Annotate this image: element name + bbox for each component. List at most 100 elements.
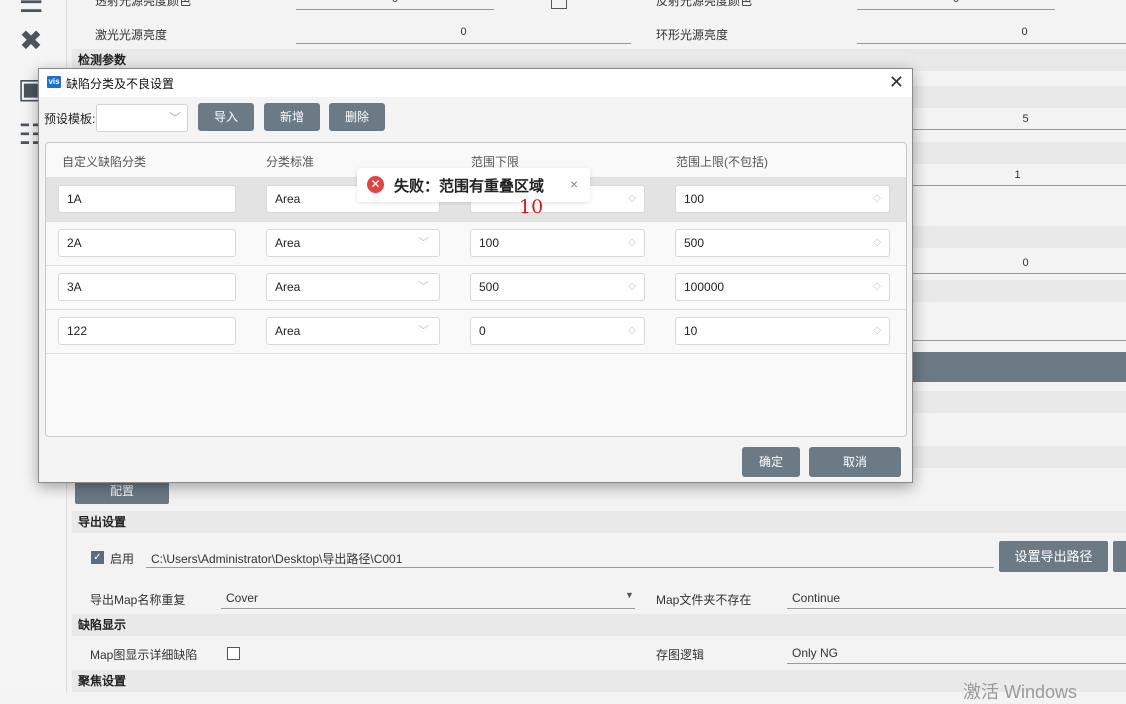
- tools-icon[interactable]: ✖: [14, 24, 48, 58]
- export-map-dup-select[interactable]: Cover: [226, 591, 258, 605]
- upper-bound-input[interactable]: 10 ◇: [675, 317, 890, 345]
- reflect-light-underline: [857, 9, 1055, 10]
- chevron-down-icon: ﹀: [168, 111, 181, 125]
- bg-value-0[interactable]: 0: [913, 257, 1126, 269]
- lower-bound-input[interactable]: 100 ◇: [470, 229, 645, 257]
- dialog-title-bar[interactable]: vis 缺陷分类及不良设置 ✕: [39, 69, 912, 97]
- list-icon[interactable]: ☰: [14, 0, 48, 20]
- defect-name-input[interactable]: 2A: [58, 229, 236, 257]
- map-dup-underline: [221, 608, 635, 609]
- upper-bound-value: 500: [684, 236, 705, 250]
- import-button[interactable]: 导入: [198, 103, 254, 131]
- laser-brightness-value[interactable]: 0: [296, 26, 631, 38]
- add-button[interactable]: 新增: [264, 103, 320, 131]
- spinner-icon[interactable]: ◇: [873, 230, 881, 256]
- chevron-down-icon: ﹀: [418, 237, 429, 249]
- chevron-down-icon: ﹀: [418, 281, 429, 293]
- section-export-settings: 导出设置: [72, 511, 1126, 533]
- bg-section-bar: [911, 280, 1126, 302]
- overlay-number: 10: [519, 196, 544, 218]
- spinner-icon[interactable]: ◇: [873, 274, 881, 300]
- windows-activation-watermark: 激活 Windows: [963, 682, 1078, 702]
- bg-value-1[interactable]: 1: [905, 169, 1126, 181]
- export-path-field[interactable]: C:\Users\Administrator\Desktop\导出路径\C001: [151, 550, 402, 567]
- defect-name-input[interactable]: 122: [58, 317, 236, 345]
- chevron-down-icon: ﹀: [418, 325, 429, 337]
- bg-section-bar: [911, 86, 1126, 108]
- defect-name-input[interactable]: 1A: [58, 185, 236, 213]
- transmit-light-underline: [296, 9, 494, 10]
- bg-section-bar: [911, 226, 1126, 248]
- standard-value: Area: [275, 236, 301, 250]
- export-map-dup-label: 导出Map名称重复: [90, 593, 186, 607]
- standard-select[interactable]: Area ﹀: [266, 317, 440, 345]
- lower-bound-value: 500: [479, 280, 500, 294]
- standard-value: Area: [275, 324, 301, 338]
- bg-underline: [913, 273, 1126, 274]
- map-folder-missing-select[interactable]: Continue: [792, 591, 840, 605]
- error-icon: ✕: [367, 176, 384, 193]
- upper-bound-input[interactable]: 500 ◇: [675, 229, 890, 257]
- delete-button[interactable]: 删除: [329, 103, 385, 131]
- bg-underline: [913, 340, 1126, 341]
- export-enable-checkbox[interactable]: ✓: [91, 551, 104, 564]
- lower-bound-value: 0: [479, 324, 486, 338]
- save-logic-underline: [787, 663, 1126, 664]
- bg-dark-bar: [911, 352, 1126, 382]
- upper-bound-input[interactable]: 100 ◇: [675, 185, 890, 213]
- table-divider: [46, 353, 906, 355]
- set-export-path-button[interactable]: 设置导出路径: [999, 541, 1108, 572]
- toast-message: 失败：范围有重叠区域: [394, 178, 545, 195]
- section-defect-display: 缺陷显示: [72, 614, 1126, 636]
- table-row[interactable]: 3A Area ﹀ 500 ◇ 100000 ◇: [46, 265, 906, 310]
- save-logic-select[interactable]: Only NG: [792, 646, 838, 660]
- extra-button[interactable]: [1113, 541, 1126, 572]
- dropdown-arrow-icon[interactable]: ▼: [625, 590, 634, 600]
- ring-brightness-value[interactable]: 0: [857, 26, 1126, 38]
- app-logo-icon: vis: [47, 76, 61, 88]
- reflect-light-value[interactable]: 0: [857, 0, 1055, 5]
- column-header: 范围上限(不包括): [676, 155, 768, 169]
- upper-bound-value: 100: [684, 192, 705, 206]
- lower-bound-input[interactable]: 0 ◇: [470, 317, 645, 345]
- transmit-light-value[interactable]: 0: [296, 0, 494, 5]
- export-enable-label: 启用: [110, 552, 135, 566]
- lower-bound-value: 100: [479, 236, 500, 250]
- ring-brightness-label: 环形光源亮度: [656, 28, 729, 42]
- upper-bound-input[interactable]: 100000 ◇: [675, 273, 890, 301]
- bg-section-bar: [911, 391, 1126, 413]
- table-row[interactable]: 122 Area ﹀ 0 ◇ 10 ◇: [46, 309, 906, 354]
- spinner-icon[interactable]: ◇: [873, 318, 881, 344]
- map-folder-missing-label: Map文件夹不存在: [656, 593, 752, 607]
- cancel-button[interactable]: 取消: [809, 447, 901, 477]
- close-icon[interactable]: ✕: [889, 72, 904, 92]
- error-toast: ✕ 失败：范围有重叠区域 ×: [357, 168, 590, 202]
- spinner-icon[interactable]: ◇: [873, 186, 881, 212]
- color-swatch[interactable]: [551, 0, 567, 9]
- standard-select[interactable]: Area ﹀: [266, 273, 440, 301]
- laser-underline: [296, 43, 631, 44]
- bg-value-5[interactable]: 5: [913, 113, 1126, 125]
- defect-classification-dialog: vis 缺陷分类及不良设置 ✕ 预设模板: ﹀ 导入 新增 删除 自定义缺陷分类…: [38, 68, 913, 483]
- lower-bound-input[interactable]: 500 ◇: [470, 273, 645, 301]
- spinner-icon[interactable]: ◇: [628, 274, 636, 300]
- bg-underline: [913, 129, 1126, 130]
- preset-template-label: 预设模板:: [44, 112, 96, 126]
- column-header: 自定义缺陷分类: [62, 155, 147, 169]
- preset-template-select[interactable]: ﹀: [96, 104, 188, 132]
- bg-section-bar: [911, 142, 1126, 164]
- table-row[interactable]: 2A Area ﹀ 100 ◇ 500 ◇: [46, 221, 906, 266]
- transmit-light-label: 透射光源亮度颜色: [95, 0, 192, 8]
- upper-bound-value: 100000: [684, 280, 725, 294]
- spinner-icon[interactable]: ◇: [628, 186, 636, 212]
- defect-name-input[interactable]: 3A: [58, 273, 236, 301]
- map-show-detail-checkbox[interactable]: [227, 647, 240, 660]
- toast-close-icon[interactable]: ×: [570, 176, 578, 192]
- bg-section-bar: [911, 446, 1126, 468]
- laser-brightness-label: 激光光源亮度: [95, 28, 168, 42]
- spinner-icon[interactable]: ◇: [628, 230, 636, 256]
- ok-button[interactable]: 确定: [742, 447, 800, 477]
- reflect-light-label: 反射光源亮度颜色: [656, 0, 753, 8]
- standard-select[interactable]: Area ﹀: [266, 229, 440, 257]
- spinner-icon[interactable]: ◇: [628, 318, 636, 344]
